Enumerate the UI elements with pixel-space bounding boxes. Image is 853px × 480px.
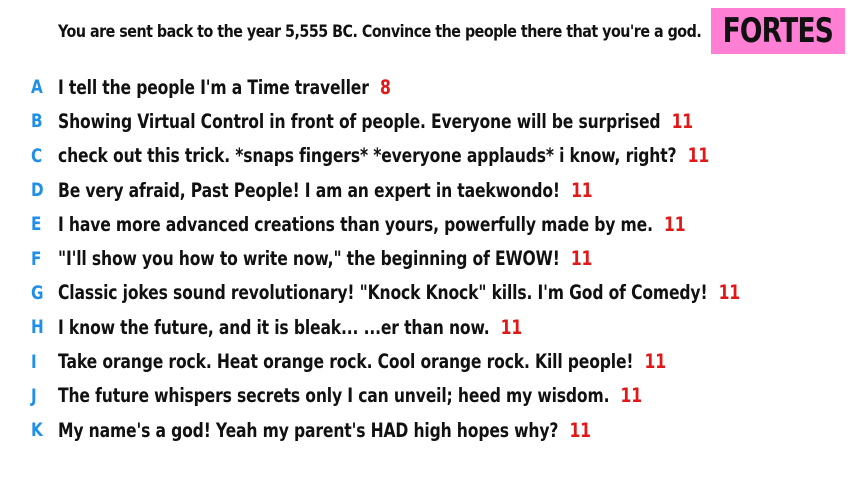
response-score: 11 [571, 178, 593, 202]
response-text: Showing Virtual Control in front of peop… [58, 109, 661, 133]
response-entry: I tell the people I'm a Time traveller 8 [58, 76, 391, 99]
response-text: Take orange rock. Heat orange rock. Cool… [58, 350, 634, 374]
response-row-e: E I have more advanced creations than yo… [0, 207, 853, 241]
response-score: 11 [687, 144, 710, 168]
response-row-a: A I tell the people I'm a Time traveller… [0, 70, 853, 104]
response-text: I have more advanced creations than your… [58, 212, 653, 236]
response-letter: D [31, 179, 44, 202]
response-row-d: D Be very afraid, Past People! I am an e… [0, 173, 853, 207]
response-text: "I'll show you how to write now," the be… [58, 247, 560, 271]
response-score: 11 [718, 281, 741, 305]
prompt-text: You are sent back to the year 5,555 BC. … [58, 22, 702, 42]
response-letter: I [31, 350, 37, 373]
response-letter: F [31, 247, 42, 270]
response-score: 8 [379, 75, 391, 99]
response-row-i: I Take orange rock. Heat orange rock. Co… [0, 344, 853, 378]
response-text: I tell the people I'm a Time traveller [58, 75, 369, 99]
response-entry: I know the future, and it is bleak... ..… [58, 316, 522, 339]
response-entry: Showing Virtual Control in front of peop… [58, 110, 693, 133]
response-score: 11 [569, 418, 591, 442]
response-letter: G [31, 281, 44, 304]
response-text: The future whispers secrets only I can u… [58, 384, 610, 408]
response-letter: C [31, 144, 43, 167]
badge-label: FORTES [722, 11, 834, 51]
response-text: Classic jokes sound revolutionary! "Knoc… [58, 281, 708, 305]
response-row-g: G Classic jokes sound revolutionary! "Kn… [0, 276, 853, 310]
response-letter: E [31, 213, 42, 236]
response-row-j: J The future whispers secrets only I can… [0, 379, 853, 413]
response-entry: Be very afraid, Past People! I am an exp… [58, 178, 593, 202]
response-text: check out this trick. *snaps fingers* *e… [58, 144, 677, 168]
response-letter: H [31, 316, 44, 339]
response-row-c: C check out this trick. *snaps fingers* … [0, 139, 853, 173]
response-letter: K [31, 419, 43, 442]
response-row-h: H I know the future, and it is bleak... … [0, 310, 853, 344]
badge-fortes: FORTES [711, 8, 845, 54]
response-row-b: B Showing Virtual Control in front of pe… [0, 104, 853, 138]
response-score: 11 [671, 109, 694, 133]
response-score: 11 [664, 212, 686, 236]
response-entry: check out this trick. *snaps fingers* *e… [58, 144, 709, 167]
response-entry: My name's a god! Yeah my parent's HAD hi… [58, 419, 591, 442]
response-score: 11 [620, 384, 643, 408]
response-score: 11 [500, 315, 523, 339]
response-entry: Classic jokes sound revolutionary! "Knoc… [58, 281, 740, 304]
response-letter: A [31, 76, 43, 99]
response-score: 11 [644, 350, 667, 374]
response-score: 11 [570, 247, 593, 271]
response-letter: J [31, 384, 37, 407]
response-entry: Take orange rock. Heat orange rock. Cool… [58, 350, 666, 373]
response-text: Be very afraid, Past People! I am an exp… [58, 178, 560, 202]
response-letter: B [31, 110, 43, 133]
response-list: A I tell the people I'm a Time traveller… [0, 70, 853, 447]
response-row-f: F "I'll show you how to write now," the … [0, 241, 853, 275]
response-entry: I have more advanced creations than your… [58, 212, 686, 236]
response-text: I know the future, and it is bleak... ..… [58, 315, 490, 339]
response-entry: The future whispers secrets only I can u… [58, 384, 642, 407]
response-text: My name's a god! Yeah my parent's HAD hi… [58, 418, 559, 442]
response-entry: "I'll show you how to write now," the be… [58, 247, 592, 270]
response-row-k: K My name's a god! Yeah my parent's HAD … [0, 413, 853, 447]
